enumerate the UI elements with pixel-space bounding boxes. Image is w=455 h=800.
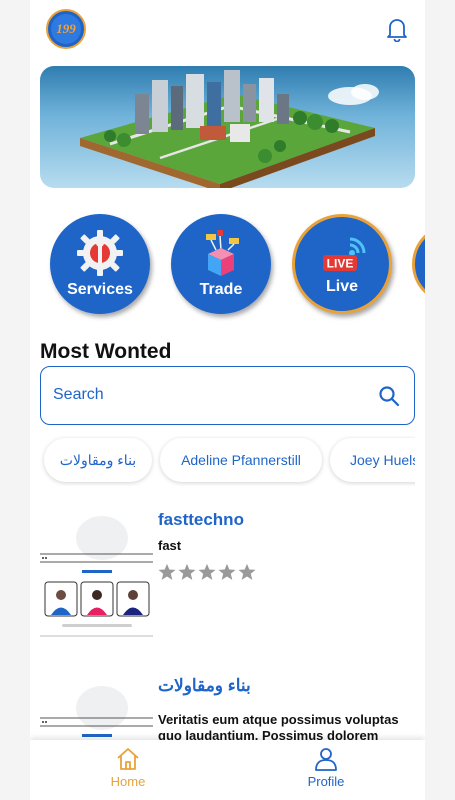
search-input[interactable]: Search [40, 366, 415, 425]
listing-title[interactable]: بناء ومقاولات [158, 676, 251, 696]
logo-text: 199 [51, 14, 81, 44]
category-label: Services [67, 281, 133, 298]
nav-profile-label: Profile [307, 774, 345, 789]
star-icon [238, 563, 256, 580]
nav-home-label: Home [110, 774, 146, 789]
header: 199 [30, 0, 425, 60]
search-icon[interactable] [378, 385, 400, 407]
listing-subtitle: fast [158, 538, 182, 553]
star-icon [218, 563, 236, 580]
star-icon [158, 563, 176, 580]
category-partial[interactable] [412, 224, 425, 304]
category-label: Trade [199, 281, 243, 298]
app-screen: 199 Services Trade LIVE Live Most Wonted… [30, 0, 425, 800]
listing-card[interactable]: بناء ومقاولات Veritatis eum atque possim… [40, 676, 415, 740]
category-live[interactable]: LIVE Live [292, 214, 392, 314]
chip-joey[interactable]: Joey Huels [330, 438, 415, 482]
promo-banner[interactable] [40, 66, 415, 188]
filter-chips: بناء ومقاولات Adeline Pfannerstill Joey … [30, 436, 415, 486]
category-services[interactable]: Services [50, 214, 150, 314]
listing-title[interactable]: fasttechno [158, 510, 244, 530]
listing-thumbnail [40, 686, 153, 737]
profile-icon [315, 748, 337, 771]
chip-adeline[interactable]: Adeline Pfannerstill [160, 438, 322, 482]
live-broadcast-icon: LIVE [323, 237, 366, 271]
rating-stars [158, 563, 258, 581]
bell-icon[interactable] [385, 16, 409, 42]
app-logo[interactable]: 199 [46, 9, 86, 49]
listing-thumbnail [40, 516, 153, 637]
bottom-navigation: Home Profile [30, 740, 425, 800]
listing-card[interactable]: fasttechno fast [40, 506, 415, 646]
live-badge-text: LIVE [327, 257, 354, 271]
category-carousel[interactable]: Services Trade LIVE Live [30, 210, 425, 320]
chip-construction[interactable]: بناء ومقاولات [44, 438, 152, 482]
nav-home[interactable]: Home [68, 746, 188, 796]
category-trade[interactable]: Trade [171, 214, 271, 314]
nav-profile[interactable]: Profile [266, 746, 386, 796]
trade-box-icon [206, 230, 239, 276]
star-icon [178, 563, 196, 580]
search-placeholder: Search [53, 386, 104, 403]
gear-wrench-icon [77, 230, 123, 276]
listing-description: Veritatis eum atque possimus voluptas qu… [158, 712, 399, 740]
city-illustration [80, 70, 379, 188]
star-icon [198, 563, 216, 580]
home-icon [117, 748, 139, 770]
section-title: Most Wonted [40, 340, 172, 363]
